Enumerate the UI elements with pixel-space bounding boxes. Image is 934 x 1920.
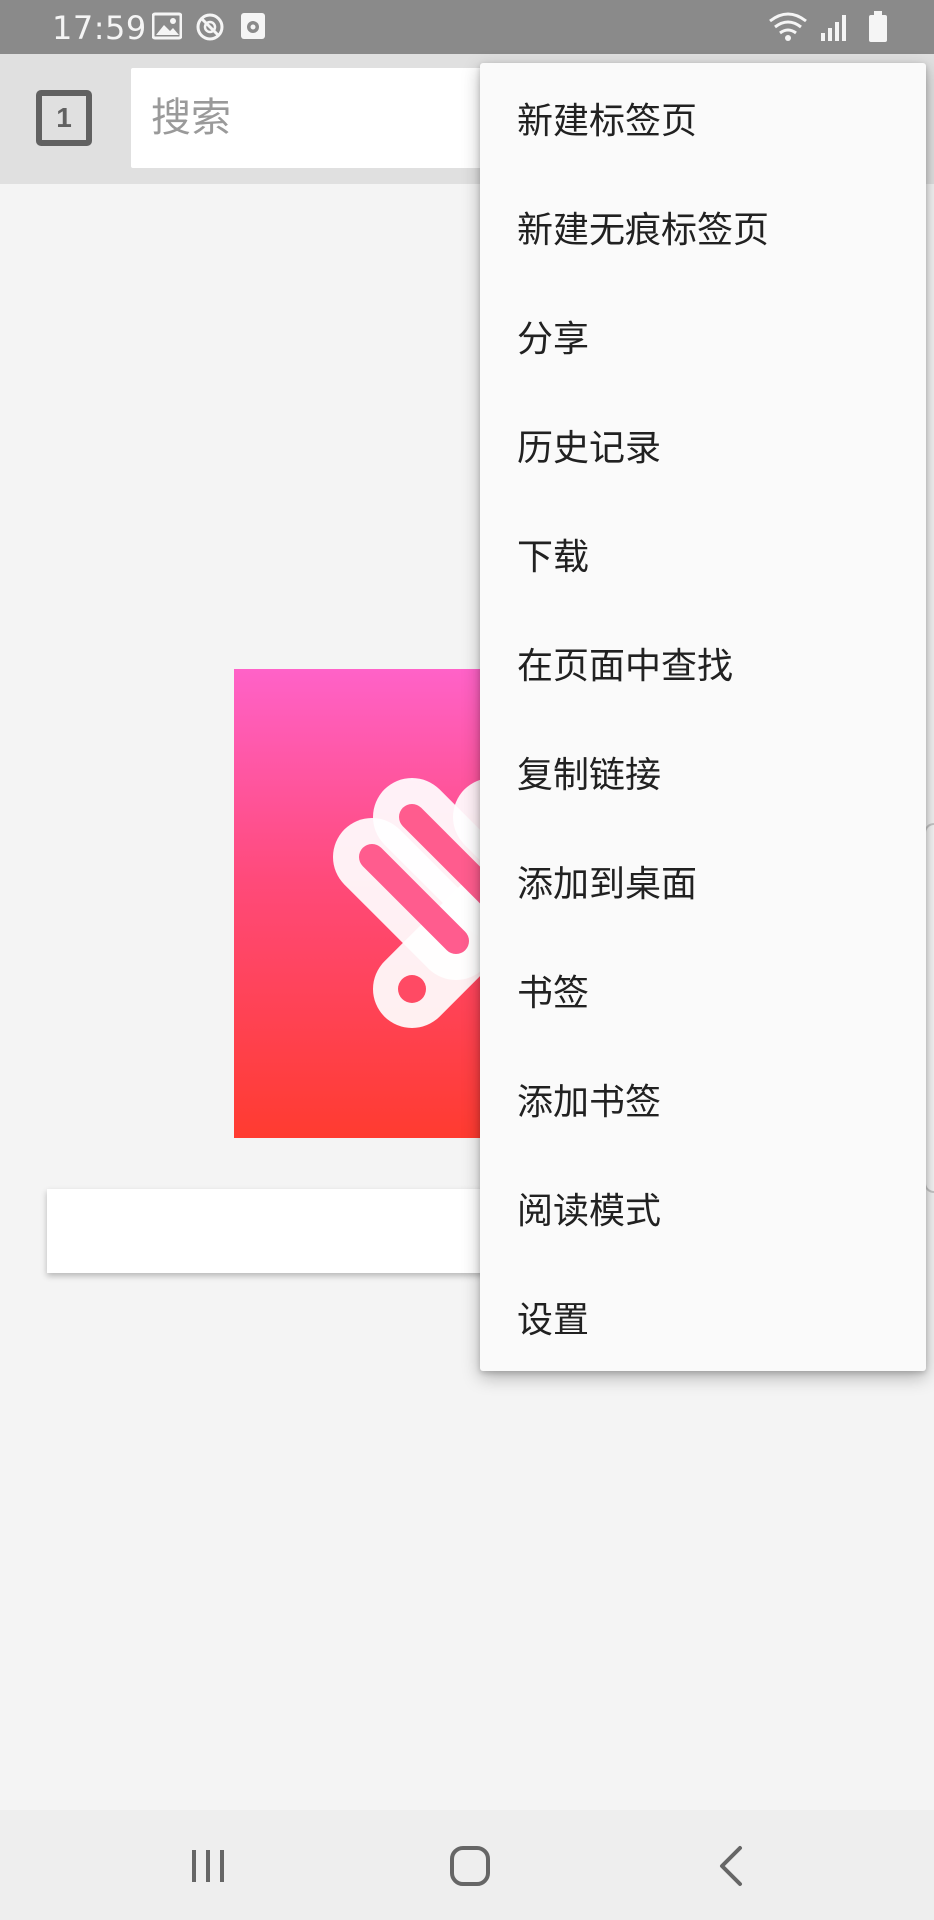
search-input[interactable] <box>151 68 531 168</box>
menu-item-add-bookmark[interactable]: 添加书签 <box>480 1044 926 1153</box>
recent-apps-icon[interactable] <box>178 1838 238 1894</box>
image-icon <box>152 12 182 40</box>
tab-switcher-button[interactable]: 1 <box>36 90 92 146</box>
blocked-icon <box>196 13 224 41</box>
overflow-menu: 新建标签页 新建无痕标签页 分享 历史记录 下载 在页面中查找 复制链接 添加到… <box>480 63 926 1371</box>
menu-item-history[interactable]: 历史记录 <box>480 390 926 499</box>
menu-item-add-to-home[interactable]: 添加到桌面 <box>480 826 926 935</box>
menu-item-reader-mode[interactable]: 阅读模式 <box>480 1153 926 1262</box>
menu-item-settings[interactable]: 设置 <box>480 1262 926 1371</box>
status-bar: 17:59 <box>0 0 934 54</box>
browser-screen: 17:59 1 搜索 新建标签页 新建无痕标签页 分享 历史记录 下载 在页面中… <box>0 0 934 1920</box>
battery-icon <box>869 11 887 42</box>
home-icon[interactable] <box>440 1838 500 1894</box>
menu-item-bookmarks[interactable]: 书签 <box>480 935 926 1044</box>
status-time: 17:59 <box>52 9 147 47</box>
menu-item-new-incognito-tab[interactable]: 新建无痕标签页 <box>480 172 926 281</box>
menu-item-new-tab[interactable]: 新建标签页 <box>480 63 926 172</box>
menu-item-downloads[interactable]: 下载 <box>480 499 926 608</box>
wifi-icon <box>769 12 807 41</box>
menu-item-find-in-page[interactable]: 在页面中查找 <box>480 608 926 717</box>
media-icon <box>241 13 265 39</box>
signal-icon <box>821 15 846 41</box>
menu-item-copy-link[interactable]: 复制链接 <box>480 717 926 826</box>
back-icon[interactable] <box>702 1838 762 1894</box>
menu-item-share[interactable]: 分享 <box>480 281 926 390</box>
system-nav-bar <box>0 1810 934 1920</box>
tab-count: 1 <box>56 102 72 133</box>
